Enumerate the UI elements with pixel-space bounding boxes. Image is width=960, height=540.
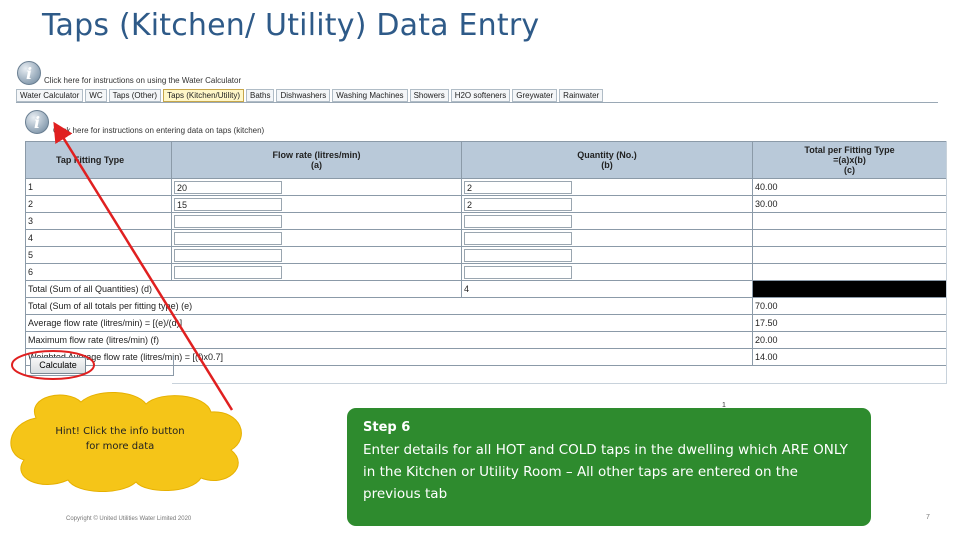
row-total: [752, 263, 947, 281]
quantity-cell: 2: [461, 195, 753, 213]
hint-text: Hint! Click the info button for more dat…: [55, 426, 185, 452]
max-flow-label: Maximum flow rate (litres/min) (f): [25, 331, 753, 349]
table-row: 3: [25, 212, 947, 230]
total-quantities-label: Total (Sum of all Quantities) (d): [25, 280, 462, 298]
row-total: [752, 212, 947, 230]
row-total: 30.00: [752, 195, 947, 213]
tab-h2o-softeners[interactable]: H2O softeners: [450, 89, 511, 102]
calculator-instructions-link[interactable]: Click here for instructions on using the…: [44, 76, 241, 85]
quantity-input[interactable]: 2: [464, 197, 572, 211]
row-id: 1: [25, 178, 172, 196]
quantity-input[interactable]: [464, 248, 572, 262]
table-row: 4: [25, 229, 947, 247]
quantity-input[interactable]: [464, 231, 572, 245]
row-id: 6: [25, 263, 172, 281]
row-id: 2: [25, 195, 172, 213]
flow-rate-cell: [171, 212, 462, 230]
divider: [946, 141, 947, 384]
flow-rate-input[interactable]: [174, 214, 282, 228]
tab-baths[interactable]: Baths: [246, 89, 275, 102]
info-icon[interactable]: i: [25, 110, 49, 134]
total-sum-value: 70.00: [752, 297, 947, 315]
step-title: Step 6: [363, 420, 411, 435]
max-flow-value: 20.00: [752, 331, 947, 349]
flow-rate-input[interactable]: [174, 231, 282, 245]
tab-showers[interactable]: Showers: [409, 89, 449, 102]
flow-rate-input[interactable]: [174, 248, 282, 262]
copyright-text: Copyright © United Utilities Water Limit…: [66, 516, 192, 522]
tab-bar: Water Calculator WC Taps (Other) Taps (Kitc…: [16, 89, 938, 103]
tab-taps-kitchen-utility[interactable]: Taps (Kitchen/Utility): [163, 89, 244, 102]
flow-rate-cell: 15: [171, 195, 462, 213]
flow-rate-cell: 20: [171, 178, 462, 196]
row-id: 4: [25, 229, 172, 247]
summary-row: Total (Sum of all Quantities) (d) 4: [25, 280, 947, 298]
quantity-input[interactable]: [464, 265, 572, 279]
flow-rate-input[interactable]: [174, 265, 282, 279]
row-id: 3: [25, 212, 172, 230]
summary-row: Total (Sum of all totals per fitting typ…: [25, 297, 947, 315]
flow-rate-cell: [171, 229, 462, 247]
tab-washing-machines[interactable]: Washing Machines: [332, 89, 408, 102]
summary-row: Maximum flow rate (litres/min) (f) 20.00: [25, 331, 947, 349]
quantity-cell: [461, 263, 753, 281]
taps-data-table: Tap Fitting Type Flow rate (litres/min)(…: [25, 141, 947, 366]
tab-taps-other[interactable]: Taps (Other): [108, 89, 162, 102]
step-description: Enter details for all HOT and COLD taps …: [363, 442, 848, 502]
flow-rate-cell: [171, 263, 462, 281]
row-total: [752, 246, 947, 264]
divider: [172, 383, 946, 384]
quantity-input[interactable]: 2: [464, 180, 572, 194]
summary-row: Average flow rate (litres/min) = [(e)/(d…: [25, 314, 947, 332]
tab-wc[interactable]: WC: [85, 89, 107, 102]
total-sum-label: Total (Sum of all totals per fitting typ…: [25, 297, 753, 315]
info-icon[interactable]: i: [17, 61, 41, 85]
quantity-input[interactable]: [464, 214, 572, 228]
table-row: 2 15 2 30.00: [25, 195, 947, 213]
quantity-cell: [461, 212, 753, 230]
quantity-cell: 2: [461, 178, 753, 196]
quantity-cell: [461, 229, 753, 247]
table-row: 5: [25, 246, 947, 264]
header-total-per-fitting: Total per Fitting Type =(a)x(b) (c): [752, 141, 947, 179]
total-quantities-value: 4: [461, 280, 753, 298]
row-total: [752, 229, 947, 247]
table-row: 6: [25, 263, 947, 281]
calculate-button[interactable]: Calculate: [30, 357, 86, 374]
table-row: 1 20 2 40.00: [25, 178, 947, 196]
row-total: 40.00: [752, 178, 947, 196]
step-callout: Step 6 Enter details for all HOT and COL…: [347, 408, 871, 526]
tab-rainwater[interactable]: Rainwater: [559, 89, 604, 102]
average-flow-label: Average flow rate (litres/min) = [(e)/(d…: [25, 314, 753, 332]
row-id: 5: [25, 246, 172, 264]
slide-title: Taps (Kitchen/ Utility) Data Entry: [42, 8, 540, 43]
page-number: 7: [926, 514, 930, 521]
header-quantity: Quantity (No.) (b): [461, 141, 753, 179]
tab-dishwashers[interactable]: Dishwashers: [276, 89, 331, 102]
quantity-cell: [461, 246, 753, 264]
flow-rate-cell: [171, 246, 462, 264]
header-tap-fitting-type: Tap Fitting Type: [25, 141, 172, 179]
blank-cell: [752, 280, 947, 298]
flow-rate-input[interactable]: 15: [174, 197, 282, 211]
tab-greywater[interactable]: Greywater: [512, 89, 558, 102]
header-flow-rate: Flow rate (litres/min) (a): [171, 141, 462, 179]
taps-kitchen-instructions-link[interactable]: Click here for instructions on entering …: [53, 126, 264, 135]
weighted-average-value: 14.00: [752, 348, 947, 366]
average-flow-value: 17.50: [752, 314, 947, 332]
flow-rate-input[interactable]: 20: [174, 180, 282, 194]
tab-water-calculator[interactable]: Water Calculator: [16, 89, 84, 102]
